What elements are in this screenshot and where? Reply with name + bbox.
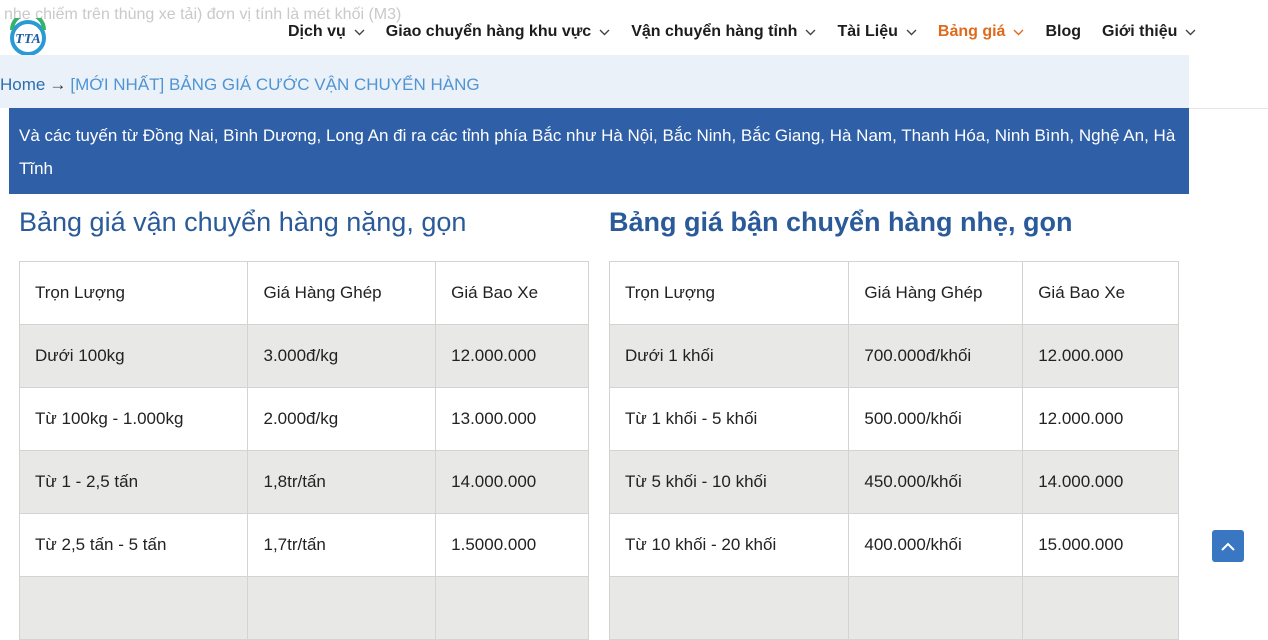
table-row-partial bbox=[608, 576, 1179, 640]
nav-label: Giao chuyển hàng khu vực bbox=[385, 23, 592, 40]
table-cell: 12.000.000 bbox=[1022, 324, 1179, 388]
table-cell bbox=[435, 576, 589, 640]
table-header-row: Trọn Lượng Giá Hàng Ghép Giá Bao Xe bbox=[608, 261, 1179, 325]
table-cell: Dưới 100kg bbox=[18, 324, 249, 388]
table-cell: 14.000.000 bbox=[435, 450, 589, 514]
nav-item-dich-vu[interactable]: Dịch vụ bbox=[288, 23, 365, 41]
table-row: Dưới 100kg 3.000đ/kg 12.000.000 bbox=[18, 324, 589, 388]
table-row-partial bbox=[18, 576, 589, 640]
breadcrumb-home-link[interactable]: Home bbox=[0, 75, 45, 94]
column-header: Giá Bao Xe bbox=[1022, 261, 1179, 325]
nav-label: Bảng giá bbox=[937, 23, 1006, 40]
table-cell: 2.000đ/kg bbox=[247, 387, 437, 451]
table-cell: 13.000.000 bbox=[435, 387, 589, 451]
chevron-down-icon bbox=[599, 29, 610, 35]
chevron-up-icon bbox=[1221, 542, 1235, 551]
table-cell bbox=[247, 576, 437, 640]
table-cell: Dưới 1 khối bbox=[608, 324, 850, 388]
column-header: Giá Hàng Ghép bbox=[247, 261, 437, 325]
breadcrumb-separator: → bbox=[49, 75, 67, 94]
table-row: Từ 2,5 tấn - 5 tấn 1,7tr/tấn 1.5000.000 bbox=[18, 513, 589, 577]
table-row: Dưới 1 khối 700.000đ/khối 12.000.000 bbox=[608, 324, 1179, 388]
light-goods-title: Bảng giá bận chuyển hàng nhẹ, gọn bbox=[609, 207, 1073, 237]
site-header: TTA Dịch vụ Giao chuyển hàng khu vực Vận… bbox=[0, 0, 1268, 58]
column-header: Giá Bao Xe bbox=[435, 261, 589, 325]
route-info-banner: Và các tuyến từ Đồng Nai, Bình Dương, Lo… bbox=[9, 108, 1189, 194]
nav-label: Blog bbox=[1045, 23, 1081, 40]
table-cell bbox=[608, 576, 850, 640]
nav-item-blog[interactable]: Blog bbox=[1045, 23, 1081, 41]
table-row: Từ 100kg - 1.000kg 2.000đ/kg 13.000.000 bbox=[18, 387, 589, 451]
table-row: Từ 1 - 2,5 tấn 1,8tr/tấn 14.000.000 bbox=[18, 450, 589, 514]
heavy-goods-title: Bảng giá vận chuyển hàng nặng, gọn bbox=[19, 207, 467, 237]
main-nav: Dịch vụ Giao chuyển hàng khu vực Vận chu… bbox=[288, 23, 1196, 41]
tta-logo-icon: TTA bbox=[10, 12, 46, 56]
table-cell bbox=[18, 576, 249, 640]
breadcrumb: Home → [MỚI NHẤT] BẢNG GIÁ CƯỚC VẬN CHUYỂN… bbox=[0, 75, 480, 95]
logo-text: TTA bbox=[15, 32, 41, 47]
table-cell: 1,7tr/tấn bbox=[247, 513, 437, 577]
chevron-down-icon bbox=[906, 29, 917, 35]
table-cell: Từ 5 khối - 10 khối bbox=[608, 450, 850, 514]
breadcrumb-bar: Home → [MỚI NHẤT] BẢNG GIÁ CƯỚC VẬN CHUYỂN… bbox=[0, 55, 1189, 108]
table-cell: 15.000.000 bbox=[1022, 513, 1179, 577]
table-cell: Từ 10 khối - 20 khối bbox=[608, 513, 850, 577]
table-header-row: Trọn Lượng Giá Hàng Ghép Giá Bao Xe bbox=[18, 261, 589, 325]
heavy-goods-price-table: Trọn Lượng Giá Hàng Ghép Giá Bao Xe Dưới… bbox=[18, 261, 589, 640]
table-row: Từ 10 khối - 20 khối 400.000/khối 15.000… bbox=[608, 513, 1179, 577]
column-header: Trọn Lượng bbox=[18, 261, 249, 325]
table-cell: 700.000đ/khối bbox=[848, 324, 1024, 388]
table-cell: Từ 100kg - 1.000kg bbox=[18, 387, 249, 451]
chevron-down-icon bbox=[1185, 29, 1196, 35]
nav-item-gioi-thieu[interactable]: Giới thiệu bbox=[1102, 23, 1196, 41]
table-cell bbox=[848, 576, 1024, 640]
table-cell: 12.000.000 bbox=[435, 324, 589, 388]
chevron-down-icon bbox=[1013, 29, 1024, 35]
table-cell: 450.000/khối bbox=[848, 450, 1024, 514]
nav-item-van-chuyen-hang-tinh[interactable]: Vận chuyển hàng tỉnh bbox=[631, 23, 816, 41]
nav-label: Tài Liệu bbox=[837, 23, 898, 40]
table-cell: 1,8tr/tấn bbox=[247, 450, 437, 514]
header-divider bbox=[1189, 108, 1268, 109]
table-row: Từ 1 khối - 5 khối 500.000/khối 12.000.0… bbox=[608, 387, 1179, 451]
nav-item-bang-gia[interactable]: Bảng giá bbox=[938, 23, 1025, 41]
table-cell: Từ 1 khối - 5 khối bbox=[608, 387, 850, 451]
table-cell: Từ 1 - 2,5 tấn bbox=[18, 450, 249, 514]
site-logo[interactable]: TTA bbox=[0, 12, 56, 58]
table-cell: 1.5000.000 bbox=[435, 513, 589, 577]
nav-item-giao-chuyen-hang-khu-vuc[interactable]: Giao chuyển hàng khu vực bbox=[386, 23, 610, 41]
column-header: Giá Hàng Ghép bbox=[848, 261, 1024, 325]
nav-label: Vận chuyển hàng tỉnh bbox=[631, 23, 798, 40]
light-goods-price-table: Trọn Lượng Giá Hàng Ghép Giá Bao Xe Dưới… bbox=[608, 261, 1179, 640]
back-to-top-button[interactable] bbox=[1212, 530, 1244, 562]
chevron-down-icon bbox=[354, 29, 365, 35]
table-cell: 400.000/khối bbox=[848, 513, 1024, 577]
nav-label: Giới thiệu bbox=[1102, 23, 1178, 40]
chevron-down-icon bbox=[805, 29, 816, 35]
nav-label: Dịch vụ bbox=[288, 23, 346, 40]
nav-item-tai-lieu[interactable]: Tài Liệu bbox=[837, 23, 917, 41]
breadcrumb-current: [MỚI NHẤT] BẢNG GIÁ CƯỚC VẬN CHUYỂN HÀNG bbox=[70, 75, 480, 94]
table-cell bbox=[1022, 576, 1179, 640]
column-header: Trọn Lượng bbox=[608, 261, 850, 325]
table-row: Từ 5 khối - 10 khối 450.000/khối 14.000.… bbox=[608, 450, 1179, 514]
table-cell: 3.000đ/kg bbox=[247, 324, 437, 388]
table-cell: 500.000/khối bbox=[848, 387, 1024, 451]
table-cell: 14.000.000 bbox=[1022, 450, 1179, 514]
table-cell: Từ 2,5 tấn - 5 tấn bbox=[18, 513, 249, 577]
table-cell: 12.000.000 bbox=[1022, 387, 1179, 451]
